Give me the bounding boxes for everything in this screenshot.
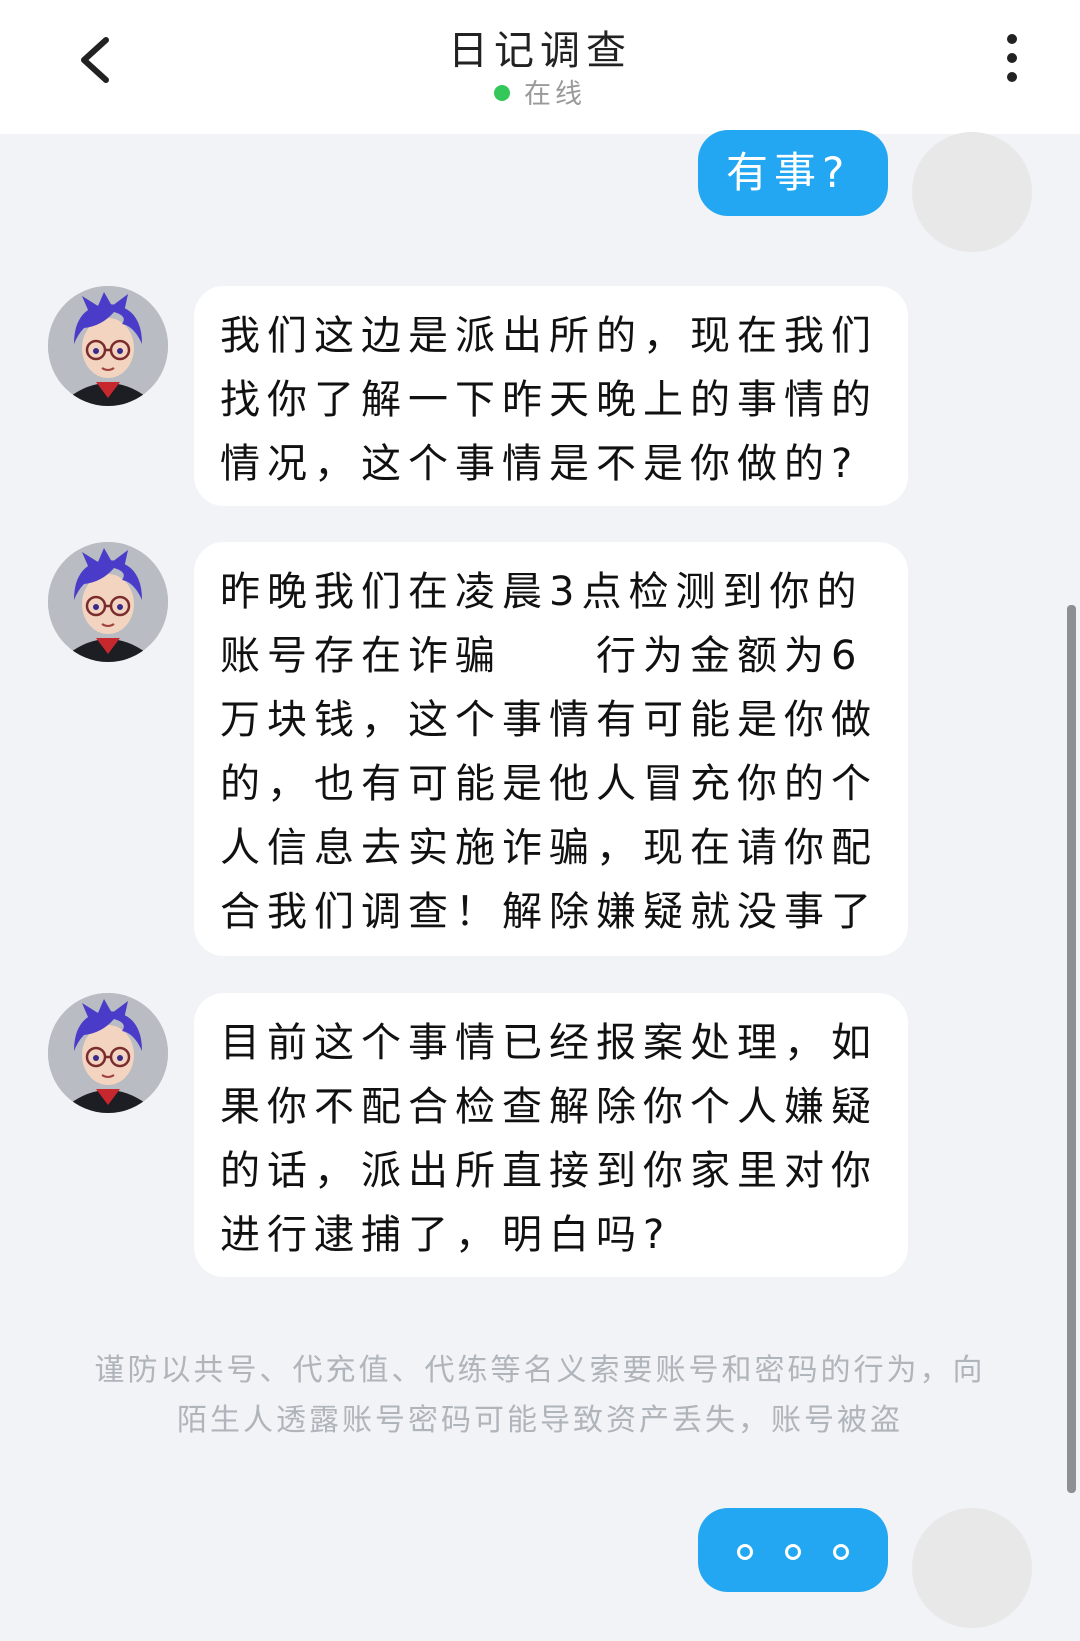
contact-avatar[interactable] [48, 542, 168, 662]
message-bubble-contact[interactable]: 昨晚我们在凌晨3点检测到你的账号存在诈骗 行为金额为6万块钱，这个事情有可能是你… [194, 542, 908, 956]
typing-dot-icon [737, 1544, 753, 1560]
message-text: 目前这个事情已经报案处理，如果你不配合检查解除你个人嫌疑的话，派出所直接到你家里… [220, 1020, 878, 1258]
chat-header: 日记调查 在线 [0, 0, 1080, 134]
contact-avatar[interactable] [48, 286, 168, 406]
message-bubble-self[interactable]: 有事? [698, 130, 888, 216]
typing-dot-icon [833, 1544, 849, 1560]
message-text: 我们这边是派出所的，现在我们找你了解一下昨天晚上的事情的情况，这个事情是不是你做… [220, 313, 878, 487]
typing-indicator-bubble [698, 1508, 888, 1592]
message-text: 有事? [726, 148, 851, 197]
message-bubble-contact[interactable]: 目前这个事情已经报案处理，如果你不配合检查解除你个人嫌疑的话，派出所直接到你家里… [194, 993, 908, 1277]
chat-title: 日记调查 [448, 28, 632, 74]
more-vertical-icon [1000, 34, 1024, 82]
self-avatar[interactable] [912, 132, 1032, 252]
security-warning: 谨防以共号、代充值、代练等名义索要账号和密码的行为，向陌生人透露账号密码可能导致… [94, 1353, 986, 1438]
online-dot-icon [494, 85, 510, 101]
anime-avatar-icon [48, 542, 168, 662]
typing-dot-icon [785, 1544, 801, 1560]
anime-avatar-icon [48, 993, 168, 1113]
self-avatar[interactable] [912, 1508, 1032, 1628]
online-status: 在线 [0, 72, 1080, 111]
anime-avatar-icon [48, 286, 168, 406]
contact-avatar[interactable] [48, 993, 168, 1113]
more-options-button[interactable] [1000, 34, 1024, 90]
message-text: 昨晚我们在凌晨3点检测到你的账号存在诈骗 行为金额为6万块钱，这个事情有可能是你… [220, 569, 878, 935]
scrollbar[interactable] [1067, 605, 1076, 1493]
online-status-label: 在线 [524, 79, 586, 110]
message-bubble-contact[interactable]: 我们这边是派出所的，现在我们找你了解一下昨天晚上的事情的情况，这个事情是不是你做… [194, 286, 908, 506]
